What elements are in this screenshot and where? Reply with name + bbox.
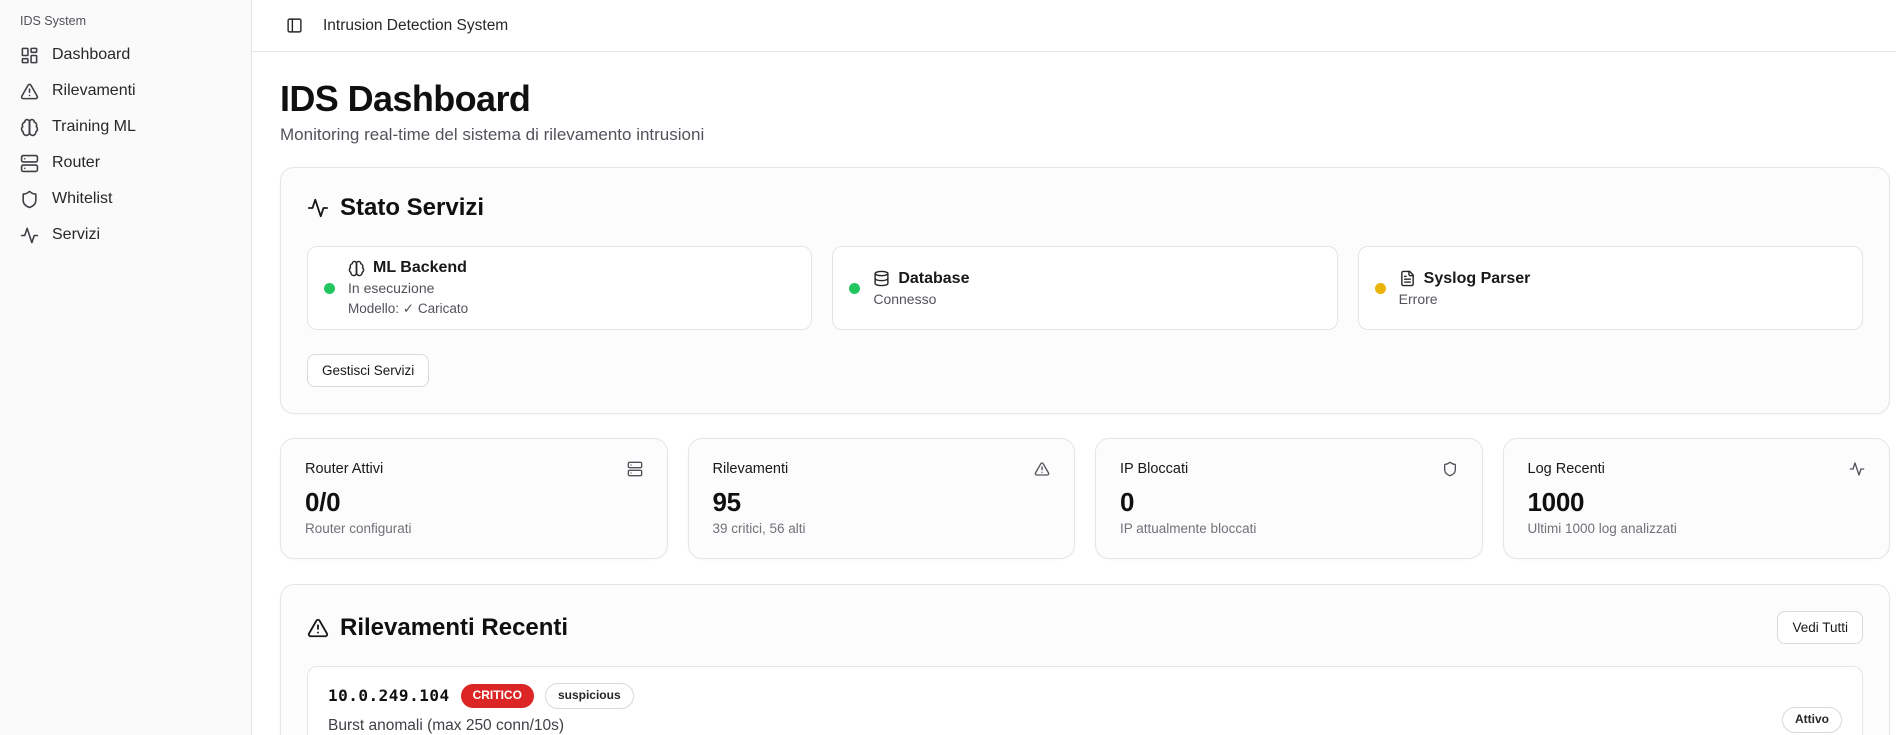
service-detail: Modello: ✓ Caricato	[348, 301, 468, 317]
sidebar-nav: Dashboard Rilevamenti Training ML Router…	[12, 37, 239, 253]
file-text-icon	[1399, 270, 1416, 287]
stat-value: 1000	[1528, 487, 1866, 518]
panel-left-icon	[286, 17, 303, 34]
service-name: Syslog Parser	[1424, 270, 1531, 288]
detection-status-badge: Attivo	[1782, 707, 1842, 733]
service-box-ml-backend: ML Backend In esecuzione Modello: ✓ Cari…	[307, 246, 812, 330]
alert-triangle-icon	[307, 617, 329, 639]
detection-ip: 10.0.249.104	[328, 686, 450, 705]
sidebar-toggle-button[interactable]	[280, 12, 308, 40]
sidebar-item-router[interactable]: Router	[12, 145, 239, 181]
status-dot	[849, 283, 860, 294]
service-name: ML Backend	[373, 259, 467, 277]
detections-card-header: Rilevamenti Recenti	[307, 614, 568, 642]
database-icon	[873, 270, 890, 287]
main-area: IDS Dashboard Monitoring real-time del s…	[252, 52, 1896, 735]
content-column: Intrusion Detection System IDS Dashboard…	[252, 0, 1896, 735]
severity-badge: CRITICO	[461, 684, 534, 708]
services-grid: ML Backend In esecuzione Modello: ✓ Cari…	[307, 246, 1863, 330]
sidebar-item-label: Router	[52, 154, 100, 172]
sidebar-item-label: Whitelist	[52, 190, 112, 208]
stat-label: IP Bloccati	[1120, 461, 1188, 477]
page-title: IDS Dashboard	[280, 78, 1890, 120]
sidebar: IDS System Dashboard Rilevamenti Trainin…	[0, 0, 252, 735]
sidebar-item-label: Dashboard	[52, 46, 130, 64]
stat-value: 95	[713, 487, 1051, 518]
view-all-button[interactable]: Vedi Tutti	[1777, 611, 1863, 644]
detection-type-badge: suspicious	[545, 683, 634, 709]
activity-icon	[20, 226, 39, 245]
server-icon	[627, 461, 643, 477]
alert-triangle-icon	[20, 82, 39, 101]
stat-value: 0	[1120, 487, 1458, 518]
sidebar-title: IDS System	[12, 12, 239, 37]
detection-row: 10.0.249.104 CRITICO suspicious Burst an…	[307, 666, 1863, 735]
stat-subtext: Ultimi 1000 log analizzati	[1528, 521, 1866, 536]
stats-row: Router Attivi 0/0 Router configurati Ril…	[280, 438, 1890, 559]
service-status: Errore	[1399, 291, 1531, 307]
manage-services-button[interactable]: Gestisci Servizi	[307, 354, 429, 387]
sidebar-item-training-ml[interactable]: Training ML	[12, 109, 239, 145]
sidebar-item-label: Rilevamenti	[52, 82, 136, 100]
page-subtitle: Monitoring real-time del sistema di rile…	[280, 125, 1890, 145]
stat-card-rilevamenti: Rilevamenti 95 39 critici, 56 alti	[688, 438, 1076, 559]
stat-subtext: Router configurati	[305, 521, 643, 536]
shield-icon	[1442, 461, 1458, 477]
service-box-syslog-parser: Syslog Parser Errore	[1358, 246, 1863, 330]
sidebar-item-dashboard[interactable]: Dashboard	[12, 37, 239, 73]
sidebar-item-rilevamenti[interactable]: Rilevamenti	[12, 73, 239, 109]
stat-card-log-recenti: Log Recenti 1000 Ultimi 1000 log analizz…	[1503, 438, 1891, 559]
status-dot	[324, 283, 335, 294]
services-card-header: Stato Servizi	[307, 194, 1863, 222]
brain-icon	[348, 260, 365, 277]
sidebar-item-label: Training ML	[52, 118, 136, 136]
service-status: In esecuzione	[348, 280, 468, 296]
app-root: IDS System Dashboard Rilevamenti Trainin…	[0, 0, 1896, 735]
status-dot	[1375, 283, 1386, 294]
stat-value: 0/0	[305, 487, 643, 518]
stat-card-router-attivi: Router Attivi 0/0 Router configurati	[280, 438, 668, 559]
shield-icon	[20, 190, 39, 209]
dashboard-icon	[20, 46, 39, 65]
brain-icon	[20, 118, 39, 137]
server-icon	[20, 154, 39, 173]
stat-subtext: 39 critici, 56 alti	[713, 521, 1051, 536]
detections-card-title: Rilevamenti Recenti	[340, 614, 568, 642]
sidebar-item-whitelist[interactable]: Whitelist	[12, 181, 239, 217]
activity-icon	[307, 197, 329, 219]
stat-label: Log Recenti	[1528, 461, 1605, 477]
service-name: Database	[898, 270, 969, 288]
topbar-title: Intrusion Detection System	[323, 17, 508, 35]
recent-detections-card: Rilevamenti Recenti Vedi Tutti 10.0.249.…	[280, 584, 1890, 735]
stat-label: Rilevamenti	[713, 461, 789, 477]
topbar: Intrusion Detection System	[252, 0, 1896, 52]
stat-subtext: IP attualmente bloccati	[1120, 521, 1458, 536]
detection-description: Burst anomali (max 250 conn/10s)	[328, 717, 634, 735]
stat-card-ip-bloccati: IP Bloccati 0 IP attualmente bloccati	[1095, 438, 1483, 559]
sidebar-item-label: Servizi	[52, 226, 100, 244]
alert-triangle-icon	[1034, 461, 1050, 477]
service-box-database: Database Connesso	[832, 246, 1337, 330]
stat-label: Router Attivi	[305, 461, 383, 477]
services-card-title: Stato Servizi	[340, 194, 484, 222]
sidebar-item-servizi[interactable]: Servizi	[12, 217, 239, 253]
service-status: Connesso	[873, 291, 969, 307]
services-status-card: Stato Servizi ML Backend In esecuzione M…	[280, 167, 1890, 414]
activity-icon	[1849, 461, 1865, 477]
